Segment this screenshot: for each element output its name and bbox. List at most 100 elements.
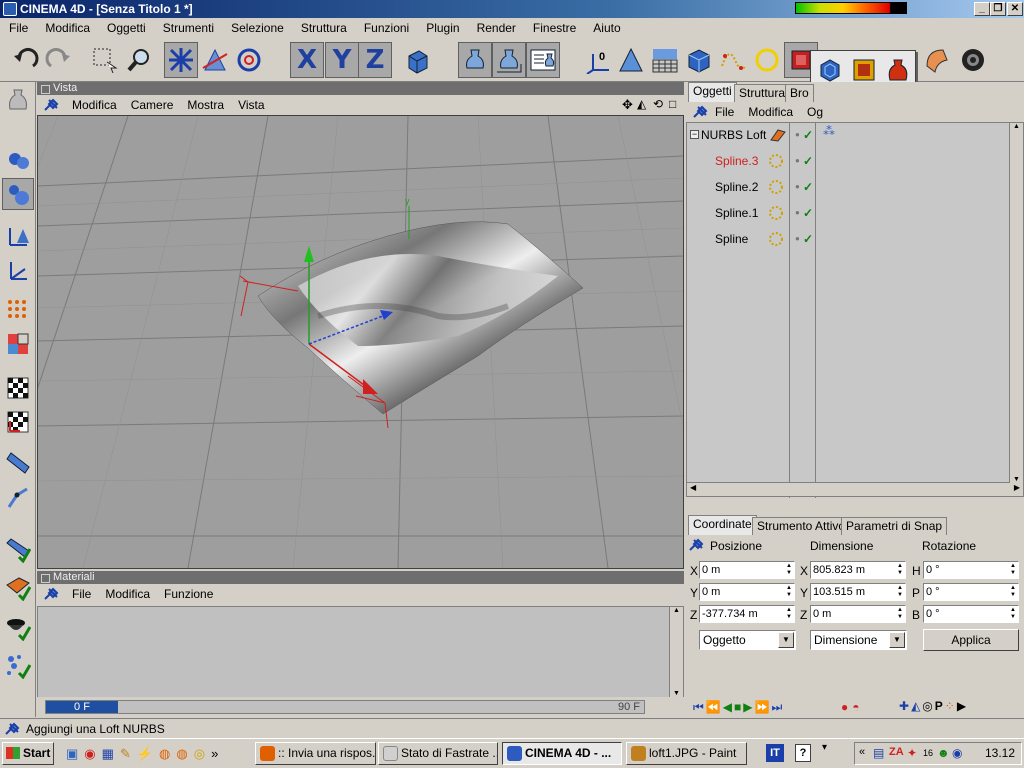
particles-check-button[interactable] — [2, 650, 34, 682]
model-mode-button[interactable] — [2, 144, 34, 176]
mode-select[interactable]: Oggetto ▼ — [699, 630, 796, 650]
menu-render[interactable]: Render — [468, 21, 524, 35]
size-x-field[interactable]: 805.823 m ▲ ▼ — [810, 561, 906, 579]
zonealarm-icon[interactable]: ZA — [889, 746, 904, 758]
pos-z-field[interactable]: -377.734 m ▲ ▼ — [699, 605, 795, 623]
materials-menu-file[interactable]: File — [65, 587, 98, 601]
prev-frame-icon[interactable]: ◀ — [723, 700, 732, 715]
pin-icon[interactable] — [688, 538, 704, 552]
light-button[interactable] — [614, 42, 648, 78]
menu-aiuto[interactable]: Aiuto — [584, 21, 628, 35]
texture-axis-button[interactable] — [2, 254, 34, 286]
polygons-mode-button[interactable] — [2, 328, 34, 360]
list-item[interactable]: − NURBS Loft ● ✓ ⁂ — [687, 124, 1024, 146]
rotate-tool-button[interactable] — [232, 42, 266, 78]
minimize-button[interactable]: _ — [974, 2, 990, 16]
list-item[interactable]: Spline.3 ● ✓ — [687, 150, 1024, 172]
help-icon[interactable]: ? — [795, 744, 811, 762]
size-mode-select[interactable]: Dimensione ▼ — [810, 630, 907, 650]
rot-p-field[interactable]: 0 ° ▲ ▼ — [923, 583, 1019, 601]
tab-oggetti[interactable]: Oggetti — [688, 82, 737, 102]
apply-button[interactable]: Applica — [923, 629, 1019, 651]
more-icon[interactable]: » — [211, 746, 218, 762]
rot-h-field[interactable]: 0 ° ▲ ▼ — [923, 561, 1019, 579]
materials-menu-modifica[interactable]: Modifica — [98, 587, 157, 601]
viewport-menu-camere[interactable]: Camere — [124, 98, 181, 112]
stop-icon[interactable]: ■ — [734, 700, 741, 715]
deformer-button[interactable] — [920, 42, 954, 78]
objects-horizontal-scrollbar[interactable]: ◀ ▶ — [687, 482, 1023, 496]
list-item[interactable]: Spline.1 ● ✓ — [687, 202, 1024, 224]
tab-strumento-attivo[interactable]: Strumento Attivo — [752, 517, 851, 535]
tab-coordinate[interactable]: Coordinate — [688, 515, 757, 535]
task-stato-fastrate[interactable]: Stato di Fastrate ... — [378, 742, 498, 765]
collapse-icon[interactable]: − — [690, 130, 699, 139]
record-icon[interactable]: ● — [841, 700, 848, 714]
render-settings-button[interactable] — [526, 42, 560, 78]
visibility-dots-icon[interactable]: ● — [795, 150, 800, 172]
viewport-menu-mostra[interactable]: Mostra — [180, 98, 231, 112]
menu-file[interactable]: File — [0, 21, 36, 35]
menu-funzioni[interactable]: Funzioni — [355, 21, 417, 35]
language-indicator[interactable]: IT — [766, 744, 784, 762]
scale-tool-button[interactable] — [198, 42, 232, 78]
tab-parametri-snap[interactable]: Parametri di Snap — [841, 517, 948, 535]
palette-lathe-button[interactable] — [882, 55, 914, 85]
spline-button[interactable] — [716, 42, 750, 78]
coordinate-system-button[interactable] — [400, 42, 434, 78]
visibility-dots-icon[interactable]: ● — [795, 176, 800, 198]
cube-button[interactable] — [682, 42, 716, 78]
object-mode-button[interactable] — [2, 178, 34, 210]
opera-icon[interactable]: ◉ — [84, 746, 95, 762]
viewport-menu-modifica[interactable]: Modifica — [65, 98, 124, 112]
undo-button[interactable] — [8, 42, 42, 78]
objects-vertical-scrollbar[interactable]: ▲ ▼ — [1009, 123, 1023, 483]
position-key-icon[interactable]: ✚ — [899, 699, 909, 713]
visibility-dots-icon[interactable]: ● — [795, 124, 800, 146]
network-tray-icon[interactable]: ▤ — [873, 746, 884, 760]
viewport-maximize-icon[interactable]: □ — [662, 97, 683, 111]
menu-strumenti[interactable]: Strumenti — [154, 21, 222, 35]
task-paint[interactable]: loft1.JPG - Paint — [626, 742, 747, 765]
use-camera-button[interactable] — [2, 84, 34, 116]
maximize-button[interactable]: ❐ — [990, 2, 1006, 16]
x-axis-lock-button[interactable]: X — [290, 42, 324, 78]
list-item[interactable]: Spline ● ✓ — [687, 228, 1024, 250]
volume-icon[interactable]: ◉ — [952, 746, 962, 760]
loft-check-button[interactable] — [2, 572, 34, 604]
firefox-icon[interactable]: ◍ — [159, 746, 170, 762]
c4d-icon[interactable]: ▦ — [102, 746, 114, 762]
materials-area[interactable]: ▲ ▼ — [37, 606, 684, 698]
materials-menu-funzione[interactable]: Funzione — [157, 587, 220, 601]
rotation-key-icon[interactable]: ◎ — [922, 699, 932, 713]
texture-axis-mode-button[interactable] — [2, 406, 34, 438]
size-z-field[interactable]: 0 m ▲ ▼ — [810, 605, 906, 623]
y-axis-lock-button[interactable]: Y — [325, 42, 359, 78]
z-axis-lock-button[interactable]: Z — [358, 42, 392, 78]
tab-struttura[interactable]: Struttura — [734, 84, 791, 102]
last-frame-icon[interactable]: ⏭ — [771, 700, 782, 715]
menu-struttura[interactable]: Struttura — [292, 21, 355, 35]
render-picture-viewer-button[interactable] — [492, 42, 526, 78]
antivirus-icon[interactable]: ✦ — [907, 746, 917, 760]
pin-icon[interactable] — [43, 587, 59, 601]
camera-button[interactable] — [956, 42, 990, 78]
scale-key-icon[interactable]: ◭ — [911, 699, 920, 713]
viewport-menu-vista[interactable]: Vista — [231, 98, 271, 112]
next-key-icon[interactable]: ⏩ — [754, 700, 769, 715]
3d-viewport[interactable]: y — [37, 115, 684, 569]
materials-scrollbar[interactable]: ▲ ▼ — [669, 607, 683, 697]
tray-expand-icon[interactable]: « — [859, 746, 865, 758]
null-object-button[interactable]: 0 — [582, 42, 616, 78]
objects-menu-file[interactable]: File — [708, 105, 741, 119]
pin-icon[interactable] — [692, 105, 708, 119]
objects-menu-modifica[interactable]: Modifica — [741, 105, 800, 119]
paint-icon[interactable]: ✎ — [120, 746, 131, 762]
material-check-button[interactable] — [2, 612, 34, 644]
enabled-check-icon[interactable]: ✓ — [803, 228, 813, 250]
timeline-arrow-icon[interactable]: ▶ — [957, 699, 966, 713]
palette-hypernurbs-button[interactable] — [848, 55, 880, 85]
move-tool-button[interactable] — [164, 42, 198, 78]
task-cinema4d[interactable]: CINEMA 4D - ... — [502, 742, 622, 765]
zoom-tool-button[interactable] — [122, 42, 156, 78]
